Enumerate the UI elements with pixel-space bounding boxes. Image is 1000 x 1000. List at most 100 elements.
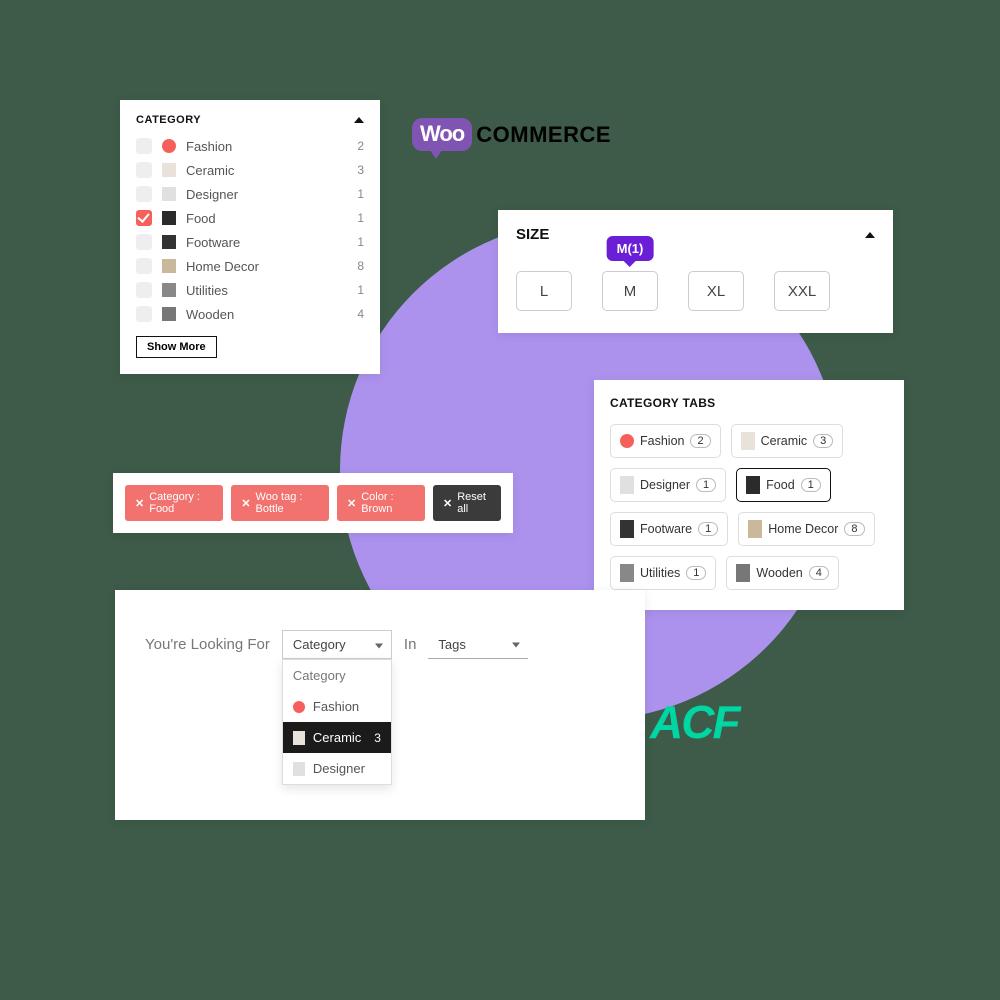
- category-count: 3: [357, 163, 364, 177]
- chevron-down-icon: [512, 643, 520, 648]
- thumbnail-icon: [620, 520, 634, 538]
- category-tab[interactable]: Wooden 4: [726, 556, 838, 590]
- dropdown-header: Category: [283, 660, 391, 691]
- filter-chip[interactable]: ✕Color : Brown: [337, 485, 425, 521]
- category-row[interactable]: Food1: [136, 206, 364, 230]
- chip-label: Color : Brown: [361, 491, 415, 515]
- category-dropdown: Category FashionCeramic3 Designer: [282, 659, 392, 785]
- category-row[interactable]: Fashion2: [136, 134, 364, 158]
- tags-select[interactable]: Tags: [428, 631, 528, 659]
- chevron-up-icon[interactable]: [354, 117, 364, 123]
- search-mid-text: In: [404, 636, 417, 653]
- reset-all-chip[interactable]: ✕ Reset all: [433, 485, 501, 521]
- dropdown-option[interactable]: Fashion: [283, 691, 391, 722]
- tags-select-value: Tags: [438, 637, 465, 652]
- category-label: Wooden: [186, 307, 357, 322]
- close-icon: ✕: [443, 497, 452, 510]
- checkbox[interactable]: [136, 162, 152, 178]
- tab-label: Designer: [640, 478, 690, 492]
- woocommerce-logo: Woo COMMERCE: [412, 118, 611, 151]
- thumbnail-icon: [736, 564, 750, 582]
- show-more-button[interactable]: Show More: [136, 336, 217, 358]
- thumbnail-icon: [162, 307, 176, 321]
- chevron-up-icon[interactable]: [865, 232, 875, 238]
- category-tab[interactable]: Footware1: [610, 512, 728, 546]
- category-tab[interactable]: Utilities1: [610, 556, 716, 590]
- tab-label: Food: [766, 478, 795, 492]
- size-filter-panel: SIZE L MM(1) XL XXL: [498, 210, 893, 333]
- category-label: Ceramic: [186, 163, 357, 178]
- thumbnail-icon: [620, 476, 634, 494]
- search-builder-panel: You're Looking For Category Category Fas…: [115, 590, 645, 820]
- tab-label: Wooden: [756, 566, 802, 580]
- dropdown-option[interactable]: Ceramic3: [283, 722, 391, 753]
- tab-label: Home Decor: [768, 522, 838, 536]
- category-title: CATEGORY: [136, 114, 201, 126]
- category-tab[interactable]: Fashion2: [610, 424, 721, 458]
- checkbox[interactable]: [136, 186, 152, 202]
- category-label: Utilities: [186, 283, 357, 298]
- color-swatch-icon: [293, 701, 305, 713]
- checkbox[interactable]: [136, 258, 152, 274]
- close-icon: ✕: [241, 497, 250, 510]
- search-lead-text: You're Looking For: [145, 636, 270, 653]
- acf-logo: ACF: [650, 695, 739, 749]
- category-count: 1: [357, 235, 364, 249]
- size-tooltip: M(1): [607, 236, 654, 261]
- category-row[interactable]: Wooden4: [136, 302, 364, 326]
- thumbnail-icon: [162, 283, 176, 297]
- tab-label: Utilities: [640, 566, 680, 580]
- category-tab[interactable]: Ceramic 3: [731, 424, 844, 458]
- category-label: Fashion: [186, 139, 357, 154]
- thumbnail-icon: [748, 520, 762, 538]
- size-option-l[interactable]: L: [516, 271, 572, 311]
- tab-count: 2: [690, 434, 710, 448]
- tab-count: 1: [801, 478, 821, 492]
- category-count: 1: [357, 187, 364, 201]
- category-row[interactable]: Utilities1: [136, 278, 364, 302]
- option-label: Designer: [313, 761, 365, 776]
- thumbnail-icon: [293, 731, 305, 745]
- dropdown-option[interactable]: Designer: [283, 753, 391, 784]
- category-label: Home Decor: [186, 259, 357, 274]
- category-count: 2: [357, 139, 364, 153]
- tab-count: 3: [813, 434, 833, 448]
- thumbnail-icon: [162, 211, 176, 225]
- category-tabs-title: CATEGORY TABS: [610, 396, 888, 410]
- category-label: Food: [186, 211, 357, 226]
- filter-chip[interactable]: ✕Category : Food: [125, 485, 223, 521]
- checkbox[interactable]: [136, 282, 152, 298]
- category-row[interactable]: Designer1: [136, 182, 364, 206]
- chip-label: Reset all: [457, 491, 491, 515]
- category-tab[interactable]: Home Decor8: [738, 512, 874, 546]
- tab-count: 1: [696, 478, 716, 492]
- size-option-xxl[interactable]: XXL: [774, 271, 830, 311]
- category-tab[interactable]: Food 1: [736, 468, 831, 502]
- checkbox[interactable]: [136, 306, 152, 322]
- category-tabs-panel: CATEGORY TABS Fashion2Ceramic3Designer1F…: [594, 380, 904, 610]
- category-row[interactable]: Footware1: [136, 230, 364, 254]
- tab-label: Ceramic: [761, 434, 808, 448]
- category-count: 4: [357, 307, 364, 321]
- category-tab[interactable]: Designer 1: [610, 468, 726, 502]
- checkbox[interactable]: [136, 234, 152, 250]
- thumbnail-icon: [741, 432, 755, 450]
- thumbnail-icon: [746, 476, 760, 494]
- tab-count: 4: [809, 566, 829, 580]
- thumbnail-icon: [162, 235, 176, 249]
- tab-count: 1: [698, 522, 718, 536]
- size-option-m[interactable]: MM(1): [602, 271, 658, 311]
- category-row[interactable]: Ceramic3: [136, 158, 364, 182]
- category-label: Designer: [186, 187, 357, 202]
- color-swatch-icon: [162, 139, 176, 153]
- chip-label: Category : Food: [149, 491, 213, 515]
- size-option-xl[interactable]: XL: [688, 271, 744, 311]
- chevron-down-icon: [375, 643, 383, 648]
- size-title: SIZE: [516, 226, 549, 243]
- checkbox[interactable]: [136, 210, 152, 226]
- filter-chip[interactable]: ✕Woo tag : Bottle: [231, 485, 329, 521]
- category-row[interactable]: Home Decor8: [136, 254, 364, 278]
- category-select[interactable]: Category Category FashionCeramic3Designe…: [282, 630, 392, 659]
- category-select-value: Category: [293, 637, 346, 652]
- checkbox[interactable]: [136, 138, 152, 154]
